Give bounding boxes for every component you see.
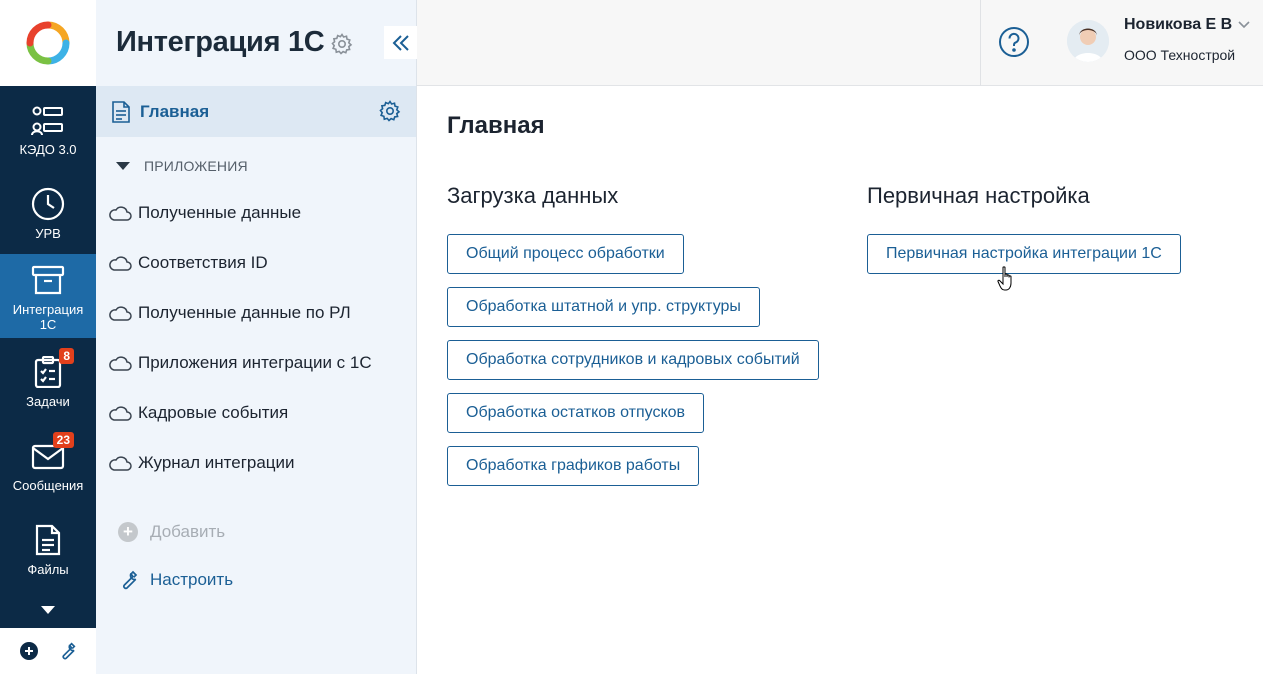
help-button[interactable] [998, 26, 1030, 58]
add-app-label: Добавить [150, 522, 226, 541]
gear-icon [379, 100, 401, 122]
add-circle-button[interactable] [15, 637, 43, 665]
sidebar-app-label: Журнал интеграции [138, 453, 295, 472]
rail-item-label: КЭДО 3.0 [19, 141, 77, 157]
rail-item-integration[interactable]: Интеграция 1С [0, 254, 96, 338]
app-logo[interactable] [0, 0, 96, 86]
rail-item-label: Сообщения [12, 477, 84, 493]
initial-setup-title: Первичная настройка [867, 183, 1090, 208]
top-header: Новикова Е В ООО Технострой [417, 0, 1263, 86]
avatar-photo-icon [1067, 20, 1109, 62]
gear-icon [331, 33, 353, 55]
page-title: Главная [447, 112, 545, 139]
caret-down-icon [116, 162, 130, 170]
chevron-down-icon [1238, 21, 1250, 29]
plus-circle-icon [20, 642, 38, 660]
sidebar-app-item[interactable]: Полученные данные по РЛ [108, 298, 351, 328]
rail-item-messages[interactable]: 23 Сообщения [0, 422, 96, 506]
configure-button[interactable]: Настроить [116, 568, 233, 592]
cloud-icon [109, 206, 132, 221]
sidebar-item-label: Главная [140, 101, 210, 121]
wrench-icon [62, 642, 76, 660]
rail-item-label: УРВ [35, 225, 61, 241]
rail-item-tasks[interactable]: 8 Задачи [0, 338, 96, 422]
clock-icon [28, 184, 68, 224]
sidebar-app-item[interactable]: Кадровые события [108, 398, 288, 428]
initial-setup-button[interactable]: Первичная настройка интеграции 1С [867, 234, 1181, 274]
cloud-icon [109, 306, 132, 321]
staff-structure-processing-button[interactable]: Обработка штатной и упр. структуры [447, 287, 760, 327]
sidebar-app-item[interactable]: Полученные данные [108, 198, 301, 228]
user-menu[interactable]: Новикова Е В [1124, 16, 1250, 34]
question-circle-icon [999, 27, 1029, 57]
cloud-icon [109, 356, 132, 371]
sidebar-app-label: Полученные данные по РЛ [138, 303, 351, 322]
rail-more-button[interactable] [0, 594, 96, 626]
section-header-label: ПРИЛОЖЕНИЯ [144, 158, 248, 174]
sidebar-app-label: Соответствия ID [138, 253, 268, 272]
home-settings-button[interactable] [378, 99, 402, 123]
rail-item-kedo[interactable]: КЭДО 3.0 [0, 86, 96, 170]
sidebar-app-item[interactable]: Журнал интеграции [108, 448, 295, 478]
sidebar-app-label: Полученные данные [138, 203, 302, 222]
rail-item-files[interactable]: Файлы [0, 506, 96, 590]
configure-label: Настроить [150, 570, 234, 589]
wrench-icon [123, 570, 138, 590]
sidebar-item-home[interactable]: Главная [96, 86, 416, 137]
general-processing-button[interactable]: Общий процесс обработки [447, 234, 684, 274]
employees-events-processing-button[interactable]: Обработка сотрудников и кадровых событий [447, 340, 819, 380]
sidebar-header: Интеграция 1С [96, 0, 417, 86]
section-sidebar: Интеграция 1С Главная ПРИЛОЖЕНИЯ Получен… [96, 0, 417, 674]
sidebar-app-item[interactable]: Приложения интеграции с 1С [108, 348, 372, 378]
sidebar-title: Интеграция 1С [116, 26, 325, 58]
data-loading-title: Загрузка данных [447, 183, 619, 208]
sidebar-title-settings-button[interactable] [330, 32, 354, 56]
user-avatar[interactable] [1067, 20, 1109, 62]
header-divider [980, 0, 981, 86]
collapse-sidebar-button[interactable] [384, 26, 417, 59]
envelope-icon: 23 [28, 431, 74, 476]
double-chevron-left-icon [392, 34, 409, 51]
document-icon [112, 100, 130, 123]
archive-box-icon [28, 260, 68, 300]
rail-bottom-bar [0, 628, 96, 674]
rail-item-label: Задачи [26, 393, 70, 409]
rail-item-urv[interactable]: УРВ [0, 170, 96, 254]
apps-section-toggle[interactable]: ПРИЛОЖЕНИЯ [116, 158, 248, 174]
cloud-icon [109, 456, 132, 471]
rail-item-label: Файлы [27, 561, 69, 577]
file-icon [28, 520, 68, 560]
main-content: Главная Загрузка данных Общий процесс об… [417, 86, 1263, 674]
sidebar-app-label: Приложения интеграции с 1С [138, 353, 372, 372]
work-schedules-processing-button[interactable]: Обработка графиков работы [447, 446, 700, 486]
caret-down-icon [41, 606, 55, 614]
settings-wrench-button[interactable] [53, 637, 81, 665]
kedo-icon [28, 100, 68, 140]
sidebar-app-label: Кадровые события [138, 403, 289, 422]
vacation-balance-processing-button[interactable]: Обработка остатков отпусков [447, 393, 705, 433]
sidebar-app-item[interactable]: Соответствия ID [108, 248, 268, 278]
rail-item-label: Интеграция 1С [12, 302, 84, 332]
cloud-icon [109, 256, 132, 271]
clipboard-checklist-icon: 8 [28, 347, 74, 392]
user-name: Новикова Е В [1124, 16, 1233, 33]
plus-circle-icon: + [118, 522, 138, 542]
add-app-button[interactable]: + Добавить [118, 522, 225, 542]
messages-badge: 23 [52, 431, 74, 448]
app-rail: КЭДО 3.0 УРВ Интеграция 1С 8 Задачи 23 С… [0, 0, 96, 674]
user-organization: ООО Технострой [1124, 47, 1236, 63]
tasks-badge: 8 [59, 347, 74, 364]
cloud-icon [109, 406, 132, 421]
logo-icon [26, 21, 70, 65]
